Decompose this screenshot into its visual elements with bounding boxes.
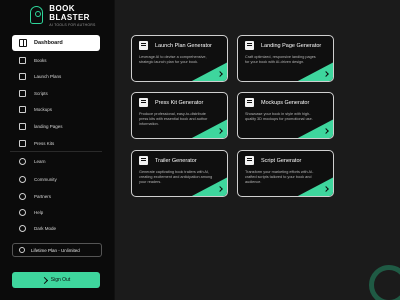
decorative-ring: [369, 265, 400, 300]
card-script[interactable]: Script Generator Transform your marketin…: [237, 150, 334, 197]
launch-plan-icon: [139, 41, 148, 50]
card-title: Landing Page Generator: [261, 42, 322, 49]
script-icon: [19, 89, 26, 97]
card-description: Leverage AI to devise a comprehensive, s…: [139, 55, 207, 64]
brand: BOOK BLASTER AI TOOLS FOR AUTHORS: [0, 0, 114, 27]
image-icon: [19, 105, 26, 113]
rocket-logo-icon: [30, 6, 44, 24]
sidebar-item-launch-plans[interactable]: Launch Plans: [19, 71, 61, 81]
card-title: Launch Plan Generator: [155, 42, 212, 49]
card-description: Transform your marketing efforts with AI…: [245, 170, 314, 184]
sidebar-item-label: Dark Mode: [34, 225, 57, 231]
brand-subtitle: AI TOOLS FOR AUTHORS: [49, 22, 96, 27]
book-icon: [19, 56, 26, 64]
card-title: Press Kit Generator: [155, 99, 204, 106]
sidebar-item-label: Dashboard: [34, 40, 63, 46]
card-press-kit[interactable]: Press Kit Generator Produce professional…: [131, 92, 228, 139]
sign-out-button[interactable]: Sign Out: [12, 272, 100, 288]
rocket-icon: [19, 72, 26, 80]
help-icon: [19, 208, 26, 216]
brand-title: BOOK BLASTER: [49, 3, 90, 22]
script-icon: [245, 156, 254, 165]
sidebar-item-label: Scripts: [34, 90, 48, 96]
card-landing-page[interactable]: Landing Page Generator Craft optimized, …: [237, 35, 334, 82]
arrow-icon: [40, 276, 48, 284]
card-description: Produce professional, easy-to-distribute…: [139, 112, 208, 126]
card-accent: [190, 62, 227, 81]
page-icon: [19, 122, 26, 130]
sidebar-divider: [10, 151, 102, 152]
sidebar-item-label: landing Pages: [34, 123, 63, 129]
sidebar-item-label: Press Kits: [34, 140, 55, 146]
sidebar-item-landing-pages[interactable]: landing Pages: [19, 121, 63, 131]
card-trailer[interactable]: Trailer Generator Generate captivating b…: [131, 150, 228, 197]
card-title: Mockups Generator: [261, 99, 310, 106]
sidebar-item-label: Launch Plans: [34, 73, 62, 79]
moon-icon: [19, 224, 26, 232]
sidebar-item-label: Learn: [34, 158, 46, 164]
sidebar: BOOK BLASTER AI TOOLS FOR AUTHORS Dashbo…: [0, 0, 115, 300]
sidebar-item-press-kits[interactable]: Press Kits: [19, 138, 54, 148]
card-description: Showcase your book in style with high-qu…: [245, 112, 313, 121]
card-launch-plan[interactable]: Launch Plan Generator Leverage AI to dev…: [131, 35, 228, 82]
dark-mode-toggle[interactable]: Dark Mode: [19, 223, 56, 233]
sidebar-item-label: Books: [34, 57, 47, 63]
user-icon: [19, 247, 25, 253]
learn-icon: [19, 157, 26, 165]
press-kit-icon: [139, 98, 148, 107]
mockups-icon: [245, 98, 254, 107]
sidebar-item-community[interactable]: Community: [19, 174, 57, 184]
card-title: Trailer Generator: [155, 157, 197, 164]
dashboard-icon: [19, 39, 27, 47]
trailer-icon: [139, 156, 148, 165]
main-content: Launch Plan Generator Leverage AI to dev…: [115, 0, 400, 300]
sidebar-item-label: Partners: [34, 193, 52, 199]
card-accent: [296, 62, 333, 81]
landing-page-icon: [245, 41, 254, 50]
partners-icon: [19, 192, 26, 200]
community-icon: [19, 175, 26, 183]
card-mockups[interactable]: Mockups Generator Showcase your book in …: [237, 92, 334, 139]
card-description: Generate captivating book trailers with …: [139, 170, 213, 184]
card-description: Craft optimized, responsive landing page…: [245, 55, 316, 64]
sidebar-item-label: Community: [34, 176, 57, 182]
sign-out-label: Sign Out: [50, 277, 71, 283]
sidebar-item-learn[interactable]: Learn: [19, 156, 46, 166]
card-title: Script Generator: [261, 157, 302, 164]
plan-label: Lifetime Plan - Unlimited: [31, 247, 80, 253]
sidebar-item-partners[interactable]: Partners: [19, 191, 51, 201]
sidebar-item-mockups[interactable]: Mockups: [19, 104, 52, 114]
card-accent: [296, 119, 333, 138]
sidebar-item-books[interactable]: Books: [19, 55, 47, 65]
plan-badge: Lifetime Plan - Unlimited: [12, 243, 102, 257]
sidebar-item-dashboard[interactable]: Dashboard: [12, 35, 100, 51]
sidebar-item-help[interactable]: Help: [19, 207, 43, 217]
sidebar-item-label: Help: [34, 209, 44, 215]
press-icon: [19, 139, 26, 147]
sidebar-item-scripts[interactable]: Scripts: [19, 88, 48, 98]
sidebar-item-label: Mockups: [34, 106, 53, 112]
